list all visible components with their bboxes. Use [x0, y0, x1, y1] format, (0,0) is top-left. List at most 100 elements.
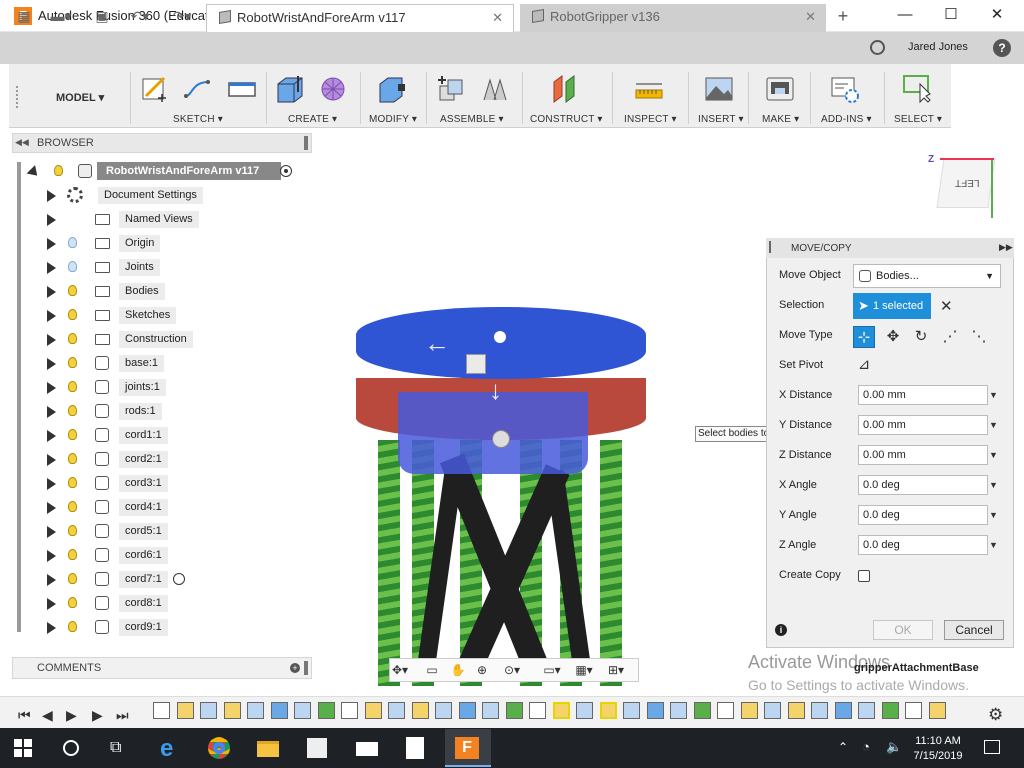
minimize-button[interactable]: —: [890, 5, 920, 25]
timeline-feature-icon[interactable]: [270, 702, 288, 719]
data-panel-grid-icon[interactable]: ▦: [14, 6, 34, 26]
redo-icon[interactable]: ↷▾: [166, 6, 198, 26]
add-comment-icon[interactable]: +: [290, 663, 300, 673]
set-pivot-icon[interactable]: ⊿: [853, 354, 875, 376]
move-plane-handle-icon[interactable]: [466, 354, 486, 374]
timeline-feature-icon[interactable]: [317, 702, 335, 719]
timeline-feature-icon[interactable]: [411, 702, 429, 719]
timeline-next-icon[interactable]: ▶: [92, 707, 103, 724]
maximize-button[interactable]: ☐: [936, 5, 966, 25]
move-origin-handle-icon[interactable]: [492, 430, 510, 448]
taskbar-clock[interactable]: 11:10 AM 7/15/2019: [908, 734, 968, 764]
browser-node[interactable]: base:1: [40, 353, 300, 373]
timeline-feature-icon[interactable]: [717, 702, 734, 719]
timeline-feature-icon[interactable]: [811, 702, 828, 719]
timeline-feature-icon[interactable]: [646, 702, 664, 719]
visibility-bulb-icon[interactable]: [68, 429, 77, 440]
expand-triangle-icon[interactable]: [47, 550, 56, 562]
action-center-icon[interactable]: [984, 740, 1000, 754]
expand-dialog-icon[interactable]: ▶▶: [999, 242, 1013, 253]
sketch-menu[interactable]: SKETCH ▾: [173, 114, 223, 125]
expand-triangle-icon[interactable]: [47, 238, 56, 250]
field-input[interactable]: 0.00 mm: [858, 385, 988, 405]
browser-pin-handle[interactable]: [304, 136, 308, 150]
cord-spring-model[interactable]: [600, 440, 622, 686]
comments-pin-handle[interactable]: [304, 661, 308, 675]
move-arrow-left-icon[interactable]: ←: [424, 328, 450, 359]
close-tab-icon[interactable]: ✕: [805, 4, 816, 30]
activate-radio-icon[interactable]: [173, 573, 185, 585]
close-tab-icon[interactable]: ✕: [492, 5, 503, 31]
timeline-feature-icon[interactable]: [247, 702, 264, 719]
timeline-feature-icon[interactable]: [153, 702, 170, 719]
field-input[interactable]: 0.0 deg: [858, 505, 988, 525]
timeline-feature-icon[interactable]: [599, 702, 617, 719]
visibility-bulb-icon[interactable]: [68, 261, 77, 272]
point-to-position-icon[interactable]: ⋱: [968, 326, 990, 348]
expand-triangle-icon[interactable]: [47, 406, 56, 418]
expand-triangle-icon[interactable]: [47, 454, 56, 466]
expand-triangle-icon[interactable]: [47, 358, 56, 370]
offset-plane-icon[interactable]: [550, 74, 580, 104]
expand-triangle-icon[interactable]: [47, 310, 56, 322]
expand-triangle-icon[interactable]: [47, 622, 56, 634]
timeline-feature-icon[interactable]: [529, 702, 546, 719]
browser-node[interactable]: cord5:1: [40, 521, 300, 541]
timeline-feature-icon[interactable]: [764, 702, 781, 719]
browser-node[interactable]: cord2:1: [40, 449, 300, 469]
scripts-addins-icon[interactable]: [830, 74, 860, 104]
browser-node[interactable]: joints:1: [40, 377, 300, 397]
file-explorer-icon[interactable]: [257, 741, 279, 757]
timeline-feature-icon[interactable]: [482, 702, 499, 719]
user-account-name[interactable]: Jared Jones: [908, 41, 968, 53]
info-icon[interactable]: i: [775, 624, 787, 636]
timeline-feature-icon[interactable]: [881, 702, 899, 719]
expand-triangle-icon[interactable]: [47, 574, 56, 586]
add-ins-menu[interactable]: ADD-INS ▾: [821, 114, 872, 125]
wrist-top-disc-model[interactable]: [356, 307, 646, 379]
visibility-bulb-icon[interactable]: [54, 165, 63, 176]
expand-triangle-icon[interactable]: [47, 382, 56, 394]
visibility-bulb-icon[interactable]: [68, 309, 77, 320]
visibility-bulb-icon[interactable]: [68, 333, 77, 344]
visibility-bulb-icon[interactable]: [68, 381, 77, 392]
timeline-feature-icon[interactable]: [693, 702, 711, 719]
expand-triangle-icon[interactable]: [47, 598, 56, 610]
chevron-down-icon[interactable]: ▼: [989, 510, 998, 520]
collapse-browser-icon[interactable]: ◀◀: [15, 137, 29, 148]
timeline-feature-icon[interactable]: [576, 702, 593, 719]
visibility-bulb-icon[interactable]: [68, 357, 77, 368]
mail-icon[interactable]: [356, 742, 378, 756]
timeline-last-icon[interactable]: ⏭: [116, 707, 129, 724]
timeline-first-icon[interactable]: ⏮: [18, 707, 31, 724]
browser-node[interactable]: rods:1: [40, 401, 300, 421]
3d-print-icon[interactable]: [765, 74, 795, 104]
rotate-icon[interactable]: ↻: [910, 326, 932, 348]
orbit-icon[interactable]: ✥▾: [392, 662, 408, 678]
help-icon[interactable]: ?: [993, 39, 1011, 57]
new-component-icon[interactable]: [436, 74, 466, 104]
timeline-feature-icon[interactable]: [458, 702, 476, 719]
browser-root-node[interactable]: RobotWristAndForeArm v117: [26, 161, 300, 181]
timeline-feature-icon[interactable]: [858, 702, 875, 719]
timeline-feature-icon[interactable]: [388, 702, 405, 719]
make-menu[interactable]: MAKE ▾: [762, 114, 799, 125]
field-input[interactable]: 0.0 deg: [858, 535, 988, 555]
clear-selection-icon[interactable]: ✕: [940, 297, 953, 315]
activate-radio-icon[interactable]: [280, 165, 292, 177]
visibility-bulb-icon[interactable]: [68, 549, 77, 560]
task-view-icon[interactable]: ⧉: [110, 739, 121, 757]
collapse-triangle-icon[interactable]: [26, 165, 42, 180]
expand-triangle-icon[interactable]: [47, 190, 56, 202]
tab-robotwristandforearm[interactable]: RobotWristAndForeArm v117 ✕: [206, 4, 514, 32]
browser-node[interactable]: cord7:1: [40, 569, 300, 589]
timeline-feature-icon[interactable]: [552, 702, 570, 719]
cortana-search-icon[interactable]: [63, 740, 79, 756]
job-status-clock-icon[interactable]: [870, 40, 885, 55]
selection-button[interactable]: ➤ 1 selected: [853, 293, 931, 319]
browser-node[interactable]: cord4:1: [40, 497, 300, 517]
line-icon[interactable]: [182, 74, 212, 104]
assemble-menu[interactable]: ASSEMBLE ▾: [440, 114, 504, 125]
measure-icon[interactable]: [634, 74, 664, 104]
visibility-bulb-icon[interactable]: [68, 477, 77, 488]
